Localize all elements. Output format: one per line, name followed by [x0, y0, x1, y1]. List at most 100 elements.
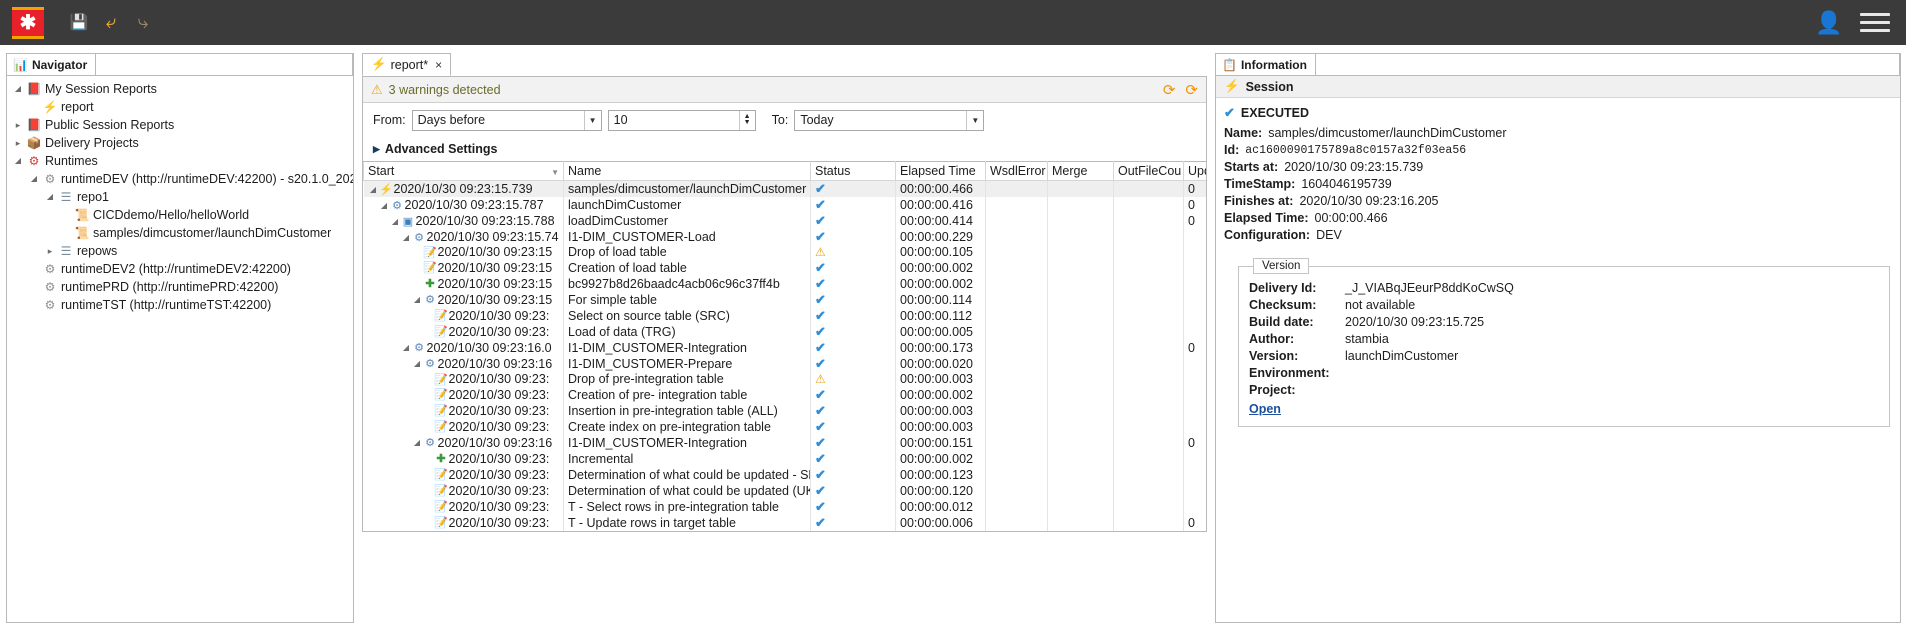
table-row[interactable]: 📝 2020/10/30 09:23: Select on source table… [363, 307, 1206, 324]
tree-item[interactable]: ⚙ runtimeDEV (http://runtimeDEV:42200) - … [7, 170, 353, 188]
table-row[interactable]: 📝 2020/10/30 09:23:15 Drop of load table ⚠ 0… [363, 245, 1206, 260]
stepper-buttons[interactable]: ▲ ▼ [738, 110, 755, 130]
row-twisty-icon[interactable]: ◢ [368, 185, 379, 194]
undo-icon[interactable]: ⤶ [98, 10, 124, 36]
table-row[interactable]: 📝 2020/10/30 09:23: Load of data (TRG) ✔ 00:… [363, 323, 1206, 340]
to-period-select[interactable]: Today ▼ [794, 109, 985, 131]
tree-twisty-icon[interactable] [11, 157, 25, 165]
table-row[interactable]: ◢ ⚡ 2020/10/30 09:23:15.739 samples/dimcust… [363, 180, 1206, 197]
tree-twisty-icon[interactable] [43, 193, 57, 201]
menu-icon[interactable] [1860, 8, 1890, 38]
table-row[interactable]: ◢ ⚙ 2020/10/30 09:23:15.74 I1-DIM_CUSTOMER-… [363, 229, 1206, 245]
table-row[interactable]: 📝 2020/10/30 09:23: T - Update rows in tar… [363, 514, 1206, 531]
days-count-stepper[interactable]: 10 ▲ ▼ [607, 109, 756, 131]
tree-item[interactable]: 📦Delivery Projects [7, 134, 353, 152]
info-field-value: ac1600090175789a8c0157a32f03ea56 [1245, 144, 1467, 157]
session-grid-wrapper[interactable]: Start ▼ Name Status Elapsed Time WsdlError Mer… [363, 161, 1206, 531]
table-row[interactable]: ✚ 2020/10/30 09:23:15 bc9927b8d26baadc4acb… [363, 275, 1206, 292]
row-twisty-icon[interactable]: ◢ [412, 438, 423, 447]
table-row[interactable]: 📝 2020/10/30 09:23: Create index on pre-in… [363, 418, 1206, 435]
report-editor-panel: ⚡ report* × ⚠ 3 warnings detected ⟳ ⟳ Fr… [362, 53, 1207, 623]
table-row[interactable]: 📝 2020/10/30 09:23: Drop of pre-integratio… [363, 371, 1206, 387]
cell-wsdl-error [985, 355, 1048, 372]
grid-column-header[interactable]: Elapsed Time [895, 161, 986, 181]
table-row[interactable]: 📝 2020/10/30 09:23: Creation of pre- integ… [363, 386, 1206, 403]
grid-column-header[interactable]: Name [563, 161, 811, 181]
tree-twisty-icon[interactable] [11, 121, 25, 130]
workspace: 📊 Navigator 📕My Session Reports⚡report📕P… [0, 45, 1906, 623]
table-row[interactable]: 📝 2020/10/30 09:23: T - Select rows in pre… [363, 498, 1206, 515]
tab-information[interactable]: 📋 Information [1216, 54, 1316, 75]
tree-twisty-icon[interactable] [11, 139, 25, 148]
tree-item[interactable]: ⚡ report [7, 98, 353, 116]
tree-twisty-icon[interactable] [43, 247, 57, 256]
grid-column-header[interactable]: Merge [1047, 161, 1114, 181]
cell-out-file-count [1113, 482, 1184, 499]
tree-item[interactable]: ⚙ runtimeDEV2 (http://runtimeDEV2:42200) [7, 260, 353, 278]
save-icon[interactable]: 💾 [66, 10, 92, 36]
cell-update [1183, 355, 1206, 372]
table-row[interactable]: ✚ 2020/10/30 09:23: Incremental ✔ 00:00:00.0… [363, 450, 1206, 467]
grid-column-header[interactable]: Start ▼ [363, 161, 564, 181]
tree-item[interactable]: 📜 CICDdemo/Hello/helloWorld [7, 206, 353, 224]
grid-body[interactable]: ◢ ⚡ 2020/10/30 09:23:15.739 samples/dimcust… [363, 180, 1206, 531]
table-row[interactable]: ◢ ⚙ 2020/10/30 09:23:15.787 launchDimCustom… [363, 197, 1206, 213]
tree-item[interactable]: 📕My Session Reports [7, 80, 353, 98]
refresh-icon[interactable]: ⟳ [1163, 81, 1176, 99]
advanced-settings-toggle[interactable]: ▶ Advanced Settings [363, 137, 1206, 161]
cell-merge [1047, 355, 1114, 372]
navigator-title: Navigator [31, 57, 88, 72]
row-twisty-icon[interactable]: ◢ [379, 201, 390, 210]
tree-item[interactable]: ⚙ Runtimes [7, 152, 353, 170]
table-row[interactable]: ◢ ⚙ 2020/10/30 09:23:16.0 I1-DIM_CUSTOMER-I… [363, 339, 1206, 356]
cell-status: ✔ [810, 275, 896, 292]
user-account-icon[interactable]: 👤 [1812, 6, 1846, 40]
row-twisty-icon[interactable]: ◢ [390, 217, 401, 226]
tree-twisty-icon[interactable] [11, 85, 25, 93]
tree-twisty-icon[interactable] [27, 175, 41, 183]
navigator-tree[interactable]: 📕My Session Reports⚡report📕Public Sessio… [7, 76, 353, 622]
tree-item[interactable]: 📜 samples/dimcustomer/launchDimCustomer [7, 224, 353, 242]
grid-column-header[interactable]: WsdlError [985, 161, 1048, 181]
tree-item-label: runtimeDEV (http://runtimeDEV:42200) - s… [61, 172, 353, 186]
row-twisty-icon[interactable]: ◢ [412, 295, 423, 304]
redo-icon[interactable]: ⤷ [130, 10, 156, 36]
table-row[interactable]: 📝 2020/10/30 09:23: Determination of what … [363, 482, 1206, 499]
tree-item[interactable]: 📕Public Session Reports [7, 116, 353, 134]
grid-column-header[interactable]: Status [810, 161, 896, 181]
from-period-select[interactable]: Days before ▼ [411, 109, 602, 131]
tree-item[interactable]: ☰ repows [7, 242, 353, 260]
table-row[interactable]: ◢ ⚙ 2020/10/30 09:23:16 I1-DIM_CUSTOMER-Int… [363, 434, 1206, 451]
close-icon[interactable]: × [435, 58, 442, 72]
warning-message: 3 warnings detected [388, 82, 501, 97]
table-row[interactable]: 📝 2020/10/30 09:23:15 Creation of load tab… [363, 259, 1206, 276]
tab-report[interactable]: ⚡ report* × [362, 53, 452, 76]
tree-item[interactable]: ⚙ runtimeTST (http://runtimeTST:42200) [7, 296, 353, 314]
table-row[interactable]: ◢ ⚙ 2020/10/30 09:23:16 I1-DIM_CUSTOMER-Pre… [363, 355, 1206, 372]
info-field: TimeStamp: 1604046195739 [1224, 176, 1892, 193]
cell-update [1183, 323, 1206, 340]
table-row[interactable]: ◢ ⚙ 2020/10/30 09:23:15 For simple table ✔ 00… [363, 291, 1206, 308]
cell-name: Create index on pre-integration table [563, 418, 811, 435]
table-row[interactable]: 📝 2020/10/30 09:23: Insertion in pre-integ… [363, 402, 1206, 419]
row-twisty-icon[interactable]: ◢ [401, 343, 412, 352]
cell-status: ✔ [810, 434, 896, 451]
grid-column-header[interactable]: Update [1183, 161, 1206, 181]
app-logo[interactable]: ✱ [12, 6, 44, 39]
row-twisty-icon[interactable]: ◢ [401, 233, 412, 242]
tree-item-icon: ⚡ [42, 100, 58, 114]
table-row[interactable]: ◢ ▣ 2020/10/30 09:23:15.788 loadDimCustomer… [363, 213, 1206, 229]
auto-refresh-icon[interactable]: ⟳ [1185, 81, 1198, 99]
tree-item[interactable]: ☰ repo1 [7, 188, 353, 206]
row-start-time: 2020/10/30 09:23:15.74 [426, 230, 559, 244]
cell-status: ✔ [810, 402, 896, 419]
open-link[interactable]: Open [1249, 402, 1281, 416]
table-row[interactable]: 📝 2020/10/30 09:23: Determination of what … [363, 466, 1206, 483]
chevron-right-icon: ▶ [373, 143, 380, 154]
row-start-time: 2020/10/30 09:23:16.0 [426, 340, 552, 355]
tree-item[interactable]: ⚙ runtimePRD (http://runtimePRD:42200) [7, 278, 353, 296]
row-twisty-icon[interactable]: ◢ [412, 359, 423, 368]
grid-column-header[interactable]: OutFileCou [1113, 161, 1184, 181]
tab-navigator[interactable]: 📊 Navigator [7, 54, 97, 75]
stepper-down-icon[interactable]: ▼ [744, 119, 751, 126]
